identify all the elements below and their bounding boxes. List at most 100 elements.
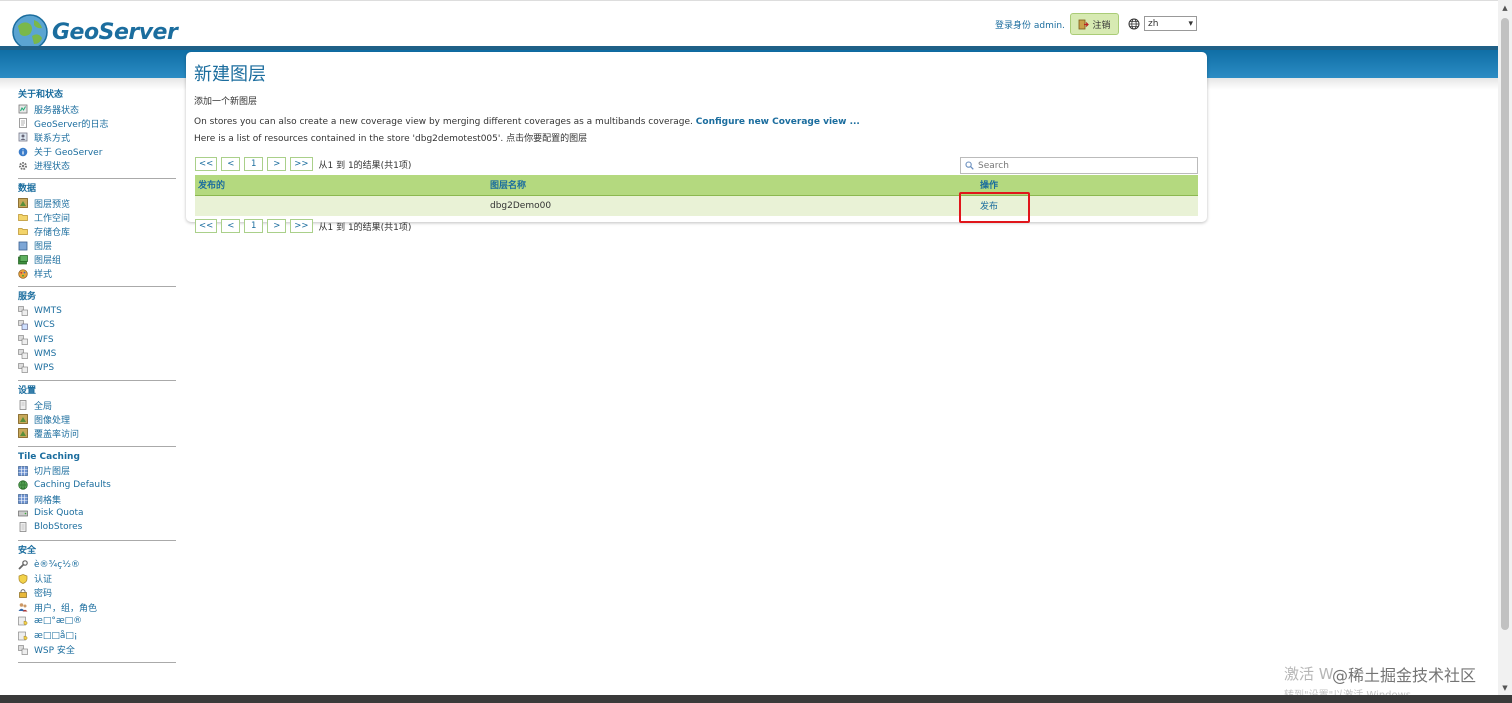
- sidebar-item-label: 样式: [34, 270, 53, 281]
- sidebar-item-label: 图像处理: [34, 415, 71, 426]
- sidebar-item-coverage-access[interactable]: 覆盖率访问: [18, 426, 176, 440]
- wps-icon: [18, 363, 28, 373]
- sidebar-item-contact[interactable]: 联系方式: [18, 130, 176, 144]
- wms-icon: [18, 348, 28, 359]
- search-placeholder: Search: [978, 160, 1009, 171]
- data-security-icon: [18, 617, 28, 626]
- disk-quota-icon: [18, 510, 28, 517]
- pager-info: 从1 到 1的结果(共1项): [318, 222, 412, 233]
- pager-page-button[interactable]: 1: [244, 219, 264, 233]
- sidebar-item-tile-layers[interactable]: 切片图层: [18, 464, 176, 478]
- sidebar-item-label: è®¾ç½®: [34, 559, 80, 570]
- service-security-icon: [18, 631, 28, 640]
- globe-language-icon: [1128, 18, 1140, 30]
- column-header-published[interactable]: 发布的: [195, 175, 487, 196]
- source-watermark: @稀土掘金技术社区: [1332, 666, 1477, 685]
- sidebar-item-workspaces[interactable]: 工作空间: [18, 210, 176, 224]
- pager-first-button[interactable]: <<: [195, 157, 218, 171]
- sidebar-item-image-processing[interactable]: 图像处理: [18, 412, 176, 426]
- sidebar-item-wcs[interactable]: WCS: [18, 318, 176, 332]
- scrollbar-thumb[interactable]: [1501, 18, 1509, 630]
- pager-prev-button[interactable]: <: [221, 219, 241, 233]
- sidebar-item-server-status[interactable]: 服务器状态: [18, 102, 176, 116]
- pager-next-button[interactable]: >: [267, 157, 287, 171]
- sidebar-item-global[interactable]: 全局: [18, 398, 176, 412]
- sidebar-item-disk-quota[interactable]: Disk Quota: [18, 506, 176, 520]
- login-info: 登录身份 admin.: [995, 21, 1065, 31]
- sidebar-item-gridsets[interactable]: 网格集: [18, 492, 176, 506]
- sidebar-item-users-groups-roles[interactable]: 用户，组，角色: [18, 600, 176, 614]
- sidebar-item-wmts[interactable]: WMTS: [18, 304, 176, 318]
- sidebar-item-about-geoserver[interactable]: 关于 GeoServer: [18, 145, 176, 159]
- sidebar-item-wps-security[interactable]: WSP 安全: [18, 643, 176, 657]
- sidebar-section-title-data: 数据: [18, 183, 37, 194]
- table-header-row: 发布的 图层名称 操作: [195, 175, 1198, 196]
- tile-layers-icon: [18, 465, 28, 476]
- logout-icon: [1079, 19, 1090, 29]
- gridsets-icon: [18, 494, 28, 504]
- sidebar-item-layer-groups[interactable]: 图层组: [18, 253, 176, 267]
- sidebar-item-wps[interactable]: WPS: [18, 361, 176, 375]
- configure-coverage-view-link[interactable]: Configure new Coverage view ...: [696, 117, 860, 127]
- search-input[interactable]: Search: [960, 157, 1198, 174]
- sidebar-item-label: WMTS: [34, 306, 62, 317]
- sidebar-divider: [18, 445, 176, 447]
- sidebar-item-authentication[interactable]: 认证: [18, 572, 176, 586]
- column-header-layer-name[interactable]: 图层名称: [487, 175, 977, 196]
- blobstores-icon: [19, 522, 27, 533]
- server-status-icon: [18, 104, 28, 114]
- sidebar-item-label: 密码: [34, 589, 53, 600]
- sidebar-item-label: 工作空间: [34, 213, 71, 224]
- sidebar-section-title-security: 安全: [18, 545, 37, 556]
- sidebar-item-caching-defaults[interactable]: Caching Defaults: [18, 478, 176, 492]
- sidebar-item-label: 服务器状态: [34, 105, 80, 116]
- caching-defaults-icon: [18, 480, 28, 490]
- pager-prev-button[interactable]: <: [221, 157, 241, 171]
- sidebar-section-title-services: 服务: [18, 292, 37, 303]
- sidebar-item-label: WSP 安全: [34, 646, 75, 657]
- sidebar-item-logs[interactable]: GeoServer的日志: [18, 116, 176, 130]
- chevron-down-icon: ▾: [1188, 18, 1193, 29]
- sidebar-item-layer-preview[interactable]: 图层预览: [18, 196, 176, 210]
- sidebar-divider: [18, 177, 176, 179]
- sidebar-item-blobstores[interactable]: BlobStores: [18, 520, 176, 534]
- scroll-down-arrow-icon[interactable]: ▼: [1501, 684, 1509, 692]
- shield-icon: [18, 573, 28, 584]
- sidebar-item-wfs[interactable]: WFS: [18, 332, 176, 346]
- global-icon: [19, 400, 27, 410]
- sidebar-item-layers[interactable]: 图层: [18, 239, 176, 253]
- sidebar-item-security-settings[interactable]: è®¾ç½®: [18, 558, 176, 572]
- sidebar-item-label: 图层组: [34, 256, 62, 267]
- pager-top: << < 1 > >> 从1 到 1的结果(共1项): [195, 157, 411, 171]
- language-select[interactable]: zh ▾: [1144, 16, 1197, 31]
- image-processing-icon: [18, 414, 28, 425]
- sidebar-divider: [18, 380, 176, 381]
- sidebar-item-process-status[interactable]: 进程状态: [18, 159, 176, 173]
- sidebar-item-label: 进程状态: [34, 162, 71, 173]
- coverage-view-description: On stores you can also create a new cove…: [194, 117, 860, 127]
- taskbar-strip: [0, 695, 1512, 703]
- pager-next-button[interactable]: >: [267, 219, 287, 233]
- pager-last-button[interactable]: >>: [290, 219, 313, 233]
- sidebar-item-wms[interactable]: WMS: [18, 347, 176, 361]
- sidebar-item-passwords[interactable]: 密码: [18, 586, 176, 600]
- sidebar-item-label: 全局: [34, 401, 53, 412]
- log-icon: [19, 118, 27, 129]
- sidebar-divider: [18, 661, 176, 663]
- scroll-up-arrow-icon[interactable]: ▲: [1501, 4, 1509, 12]
- sidebar-item-label: 认证: [34, 575, 53, 586]
- sidebar-section-title-settings: 设置: [18, 386, 37, 396]
- logo-text: GeoServer: [52, 19, 178, 45]
- pager-page-button[interactable]: 1: [244, 157, 264, 171]
- pager-first-button[interactable]: <<: [195, 219, 218, 233]
- logout-button[interactable]: 注销: [1070, 13, 1119, 35]
- lock-icon: [19, 588, 27, 598]
- sidebar-item-styles[interactable]: 样式: [18, 267, 176, 281]
- pager-last-button[interactable]: >>: [290, 157, 313, 171]
- sidebar-item-service-security[interactable]: æ□□å□¡: [18, 628, 176, 642]
- sidebar-item-label: 关于 GeoServer: [34, 148, 103, 159]
- sidebar-item-label: WPS: [34, 362, 55, 373]
- sidebar-item-data-security[interactable]: æ□°æ□®: [18, 614, 176, 628]
- about-icon: [18, 147, 28, 156]
- sidebar-item-stores[interactable]: 存储仓库: [18, 224, 176, 238]
